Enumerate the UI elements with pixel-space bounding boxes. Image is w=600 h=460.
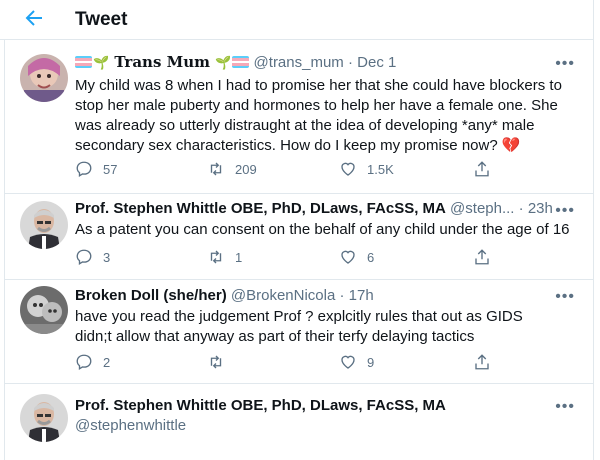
timestamp[interactable]: Dec 1: [357, 54, 396, 71]
timestamp[interactable]: 23h: [528, 200, 553, 217]
arrow-left-icon: [25, 10, 42, 26]
display-name[interactable]: Prof. Stephen Whittle OBE, PhD, DLaws, F…: [75, 397, 446, 414]
seedling-icon: 🌱: [93, 55, 110, 70]
tweet-header: Tweet: [0, 0, 594, 40]
user-handle[interactable]: @BrokenNicola: [231, 287, 335, 304]
tweet-card[interactable]: Prof. Stephen Whittle OBE, PhD, DLaws, F…: [4, 384, 593, 460]
page-title: Tweet: [75, 9, 128, 30]
reply-count: 57: [103, 161, 118, 177]
tweet-card[interactable]: Broken Doll (she/her) @BrokenNicola · 17…: [4, 280, 593, 384]
retweet-icon: [210, 355, 222, 369]
like-button[interactable]: 9: [339, 353, 374, 371]
broken-heart-icon: 💔: [501, 137, 521, 154]
tweet-text: As a patent you can consent on the behal…: [75, 220, 580, 240]
tweet-text-line: As a patent you can consent on the behal…: [75, 221, 570, 238]
reply-icon: [76, 354, 92, 370]
like-count: 9: [367, 354, 375, 370]
like-count: 1.5K: [367, 161, 394, 177]
retweet-count: 1: [235, 249, 243, 265]
tweet-text-line: have you read the judgement Prof ? explc…: [75, 308, 523, 325]
column-border-right: [593, 0, 594, 460]
reply-button[interactable]: 3: [75, 248, 110, 266]
tweet-meta-handle: @stephenwhittle: [75, 416, 186, 436]
tweet-meta: Prof. Stephen Whittle OBE, PhD, DLaws, F…: [75, 396, 446, 416]
trans-flag-icon: [75, 56, 92, 68]
tweet-text-line: was already so utterly distraught at the…: [75, 117, 535, 134]
more-options-icon[interactable]: •••: [555, 289, 575, 305]
share-button[interactable]: [473, 160, 491, 178]
tweet-meta: Broken Doll (she/her) @BrokenNicola · 17…: [75, 286, 374, 306]
seedling-icon: 🌱: [215, 55, 232, 70]
back-button[interactable]: [22, 6, 46, 30]
like-button[interactable]: 6: [339, 248, 374, 266]
tweet-card[interactable]: 🌱 Trans Mum 🌱 @trans_mum · Dec 1 ••• My …: [4, 41, 593, 194]
retweet-button[interactable]: [207, 353, 235, 371]
tweet-actions: 57 209 1.5K: [75, 160, 505, 180]
share-button[interactable]: [473, 248, 491, 266]
retweet-icon: [210, 250, 222, 264]
share-icon: [475, 249, 489, 265]
tweet-actions: 2 9: [75, 353, 505, 373]
avatar[interactable]: [20, 54, 68, 102]
separator: ·: [518, 200, 524, 217]
retweet-icon: [210, 162, 222, 176]
tweet-text: My child was 8 when I had to promise her…: [75, 76, 580, 156]
like-button[interactable]: 1.5K: [339, 160, 394, 178]
like-count: 6: [367, 249, 375, 265]
heart-icon: [341, 355, 355, 369]
share-icon: [475, 354, 489, 370]
more-options-icon[interactable]: •••: [555, 56, 575, 72]
retweet-count: 209: [235, 161, 257, 177]
tweet-card[interactable]: Prof. Stephen Whittle OBE, PhD, DLaws, F…: [4, 194, 593, 280]
reply-icon: [76, 161, 92, 177]
reply-button[interactable]: 57: [75, 160, 117, 178]
avatar[interactable]: [20, 286, 68, 334]
display-name[interactable]: Trans Mum: [114, 53, 210, 71]
reply-button[interactable]: 2: [75, 353, 110, 371]
heart-icon: [341, 162, 355, 176]
reply-count: 3: [103, 249, 111, 265]
user-handle[interactable]: @steph...: [450, 200, 514, 217]
separator: ·: [339, 287, 345, 304]
reply-icon: [76, 249, 92, 265]
tweet-meta: 🌱 Trans Mum 🌱 @trans_mum · Dec 1: [75, 52, 396, 72]
separator: ·: [347, 54, 353, 71]
tweet-text-line: stop her male puberty and hormones to he…: [75, 97, 558, 114]
user-handle[interactable]: @stephenwhittle: [75, 417, 186, 434]
retweet-button[interactable]: 1: [207, 248, 242, 266]
tweet-text: have you read the judgement Prof ? explc…: [75, 307, 580, 347]
more-options-icon[interactable]: •••: [555, 203, 575, 219]
share-icon: [475, 161, 489, 177]
trans-flag-icon: [232, 56, 250, 68]
tweet-actions: 3 1 6: [75, 248, 505, 268]
timestamp[interactable]: 17h: [349, 287, 374, 304]
heart-icon: [341, 250, 355, 264]
share-button[interactable]: [473, 353, 491, 371]
display-name[interactable]: Prof. Stephen Whittle OBE, PhD, DLaws, F…: [75, 200, 446, 217]
avatar[interactable]: [20, 201, 68, 249]
tweet-meta: Prof. Stephen Whittle OBE, PhD, DLaws, F…: [75, 199, 553, 219]
avatar[interactable]: [20, 394, 68, 442]
retweet-button[interactable]: 209: [207, 160, 257, 178]
reply-count: 2: [103, 354, 111, 370]
display-name[interactable]: Broken Doll (she/her): [75, 287, 227, 304]
more-options-icon[interactable]: •••: [555, 399, 575, 415]
tweet-text-line: didn;t allow that anyway as part of thei…: [75, 328, 475, 345]
tweet-text-line: My child was 8 when I had to promise her…: [75, 77, 562, 94]
tweet-text-line: secondary sex characteristics. How do I …: [75, 137, 521, 154]
user-handle[interactable]: @trans_mum: [254, 54, 344, 71]
